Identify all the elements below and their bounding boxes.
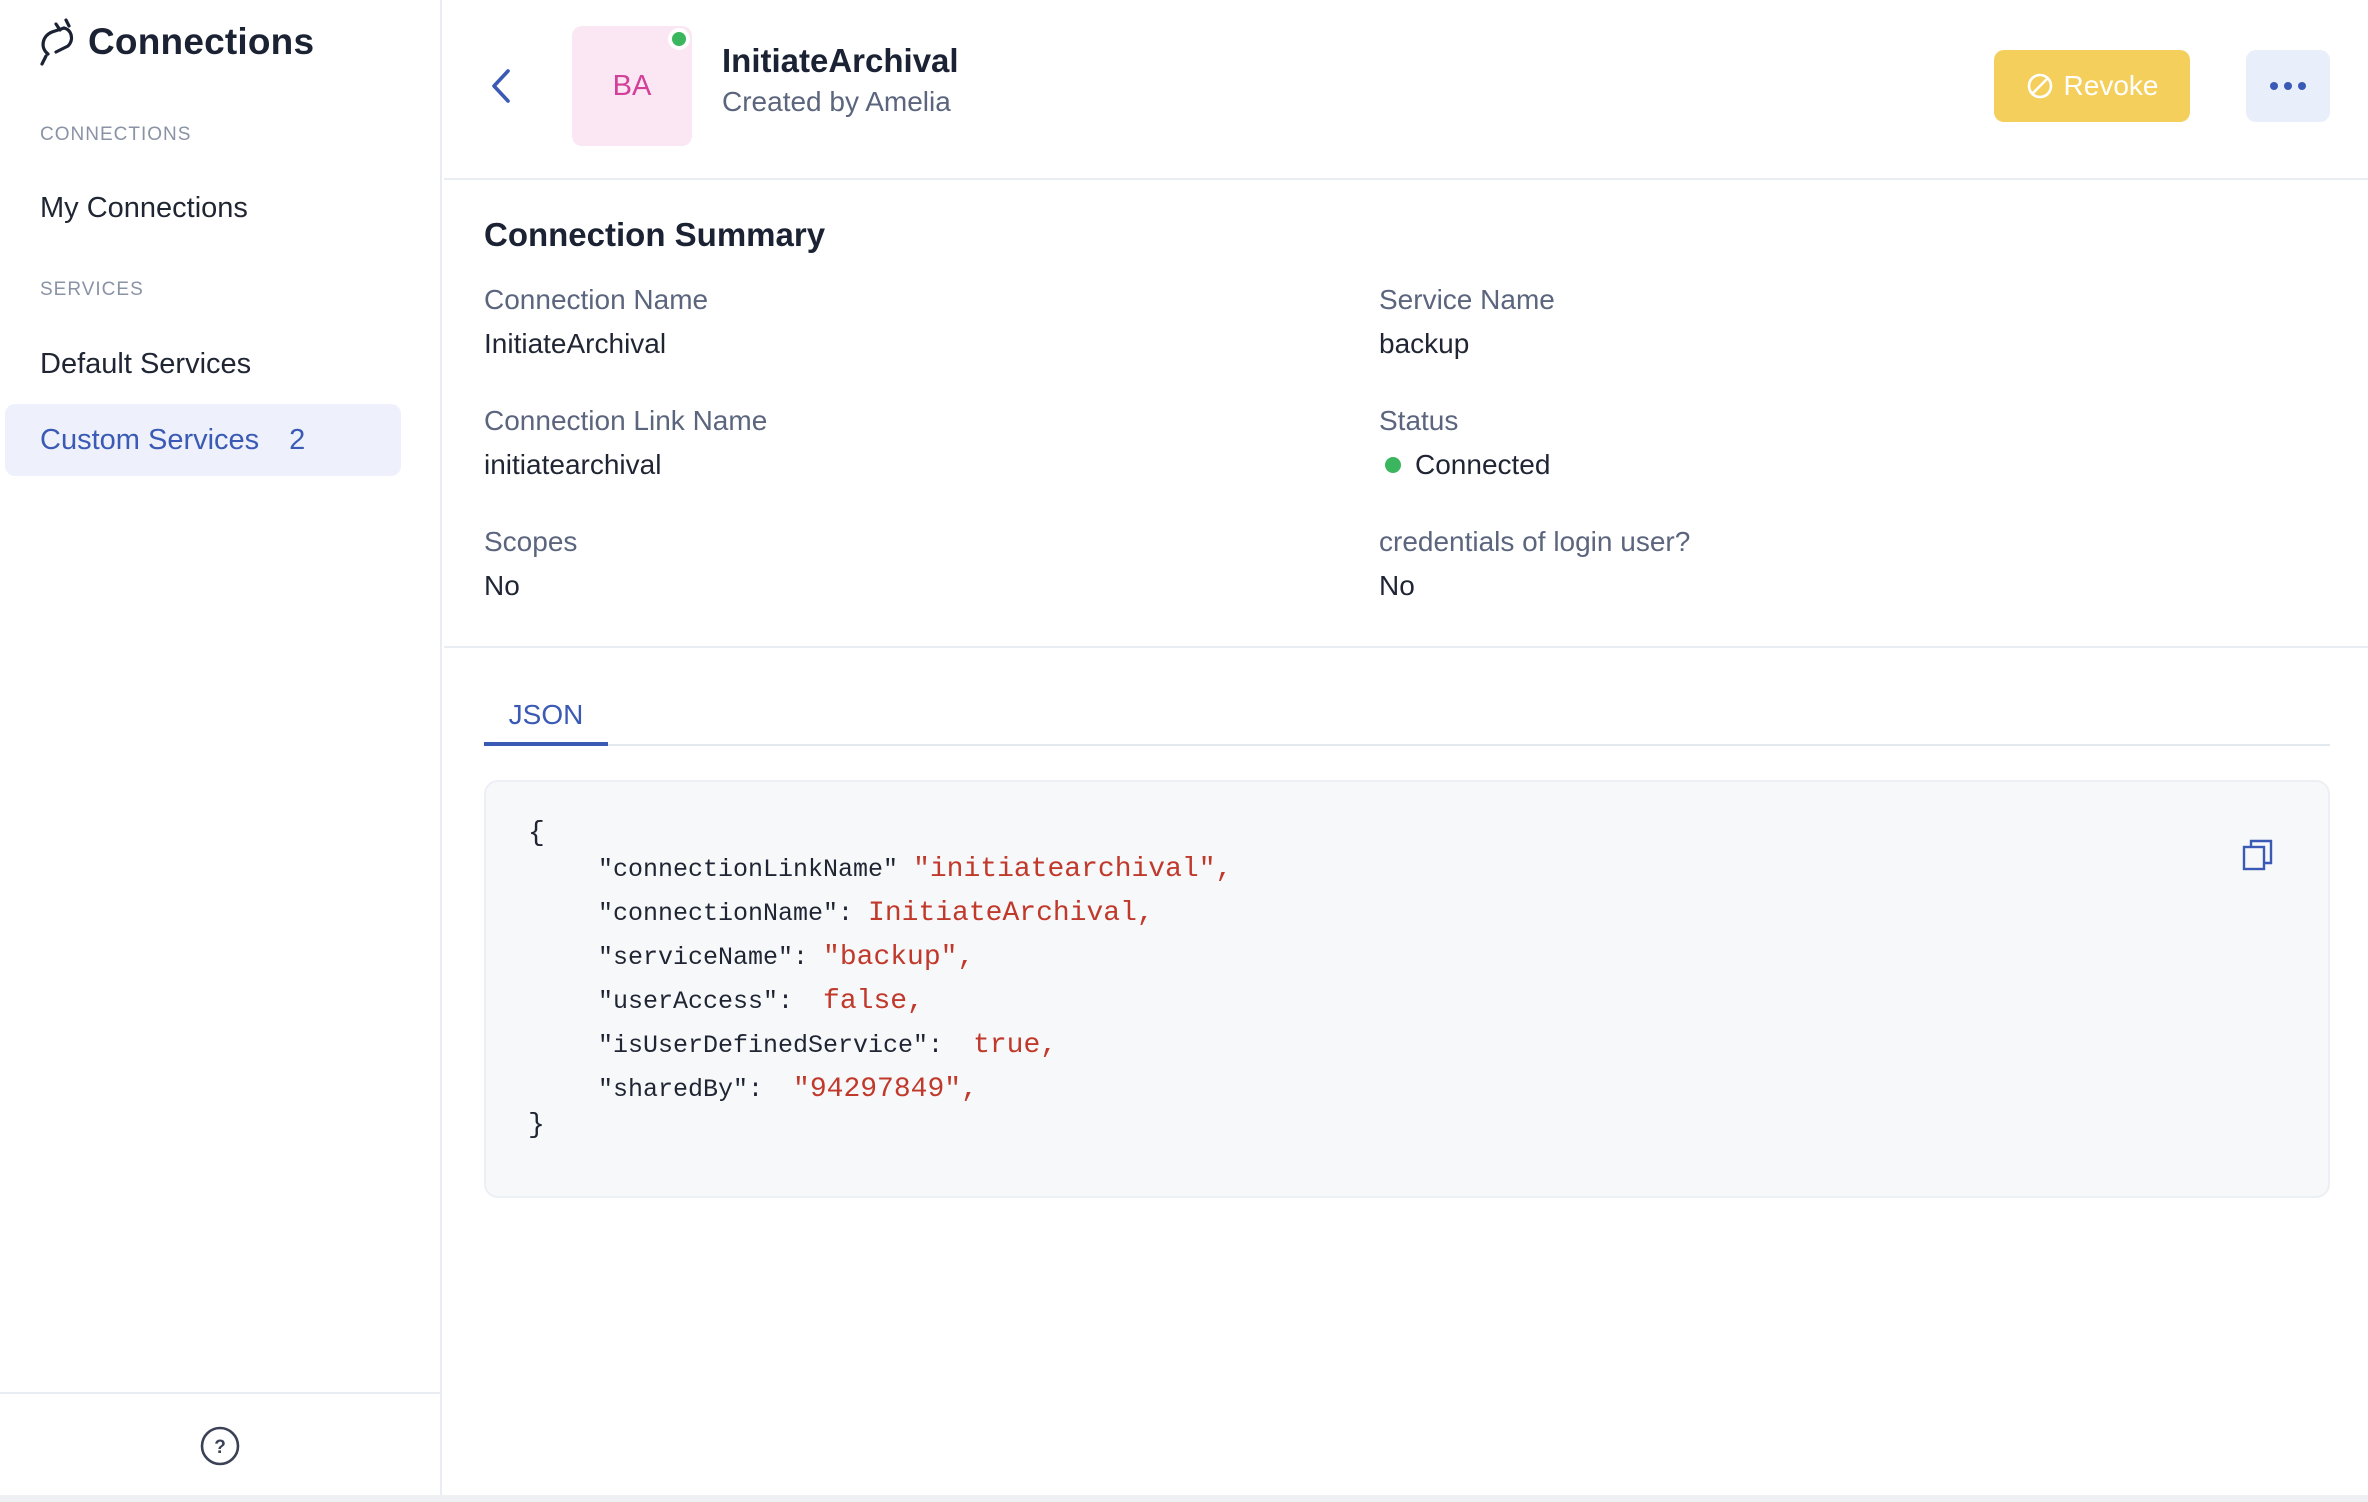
login-credentials-label: credentials of login user? (1379, 526, 1691, 557)
more-icon (2270, 82, 2306, 90)
avatar-initials: BA (612, 69, 652, 102)
app-root: Connections CONNECTIONS My Connections S… (0, 0, 2368, 1502)
json-line: "userAccess": false, (598, 986, 924, 1017)
window-bottom-edge (0, 1495, 2368, 1502)
json-close-brace: } (528, 1110, 545, 1141)
copy-icon[interactable] (2242, 838, 2274, 872)
avatar: BA (572, 26, 692, 146)
json-open-brace: { (528, 818, 545, 849)
section-divider (444, 646, 2368, 648)
sidebar: Connections CONNECTIONS My Connections S… (0, 0, 442, 1497)
tab-bar: JSON (484, 690, 2330, 746)
section-label-connections: CONNECTIONS (40, 124, 192, 145)
login-credentials-value: No (1379, 570, 1415, 601)
json-line: "isUserDefinedService": true, (598, 1030, 1058, 1061)
connection-name-label: Connection Name (484, 284, 709, 315)
summary-title: Connection Summary (484, 216, 826, 253)
detail-header: BA InitiateArchival Created by Amelia Re… (444, 0, 2368, 180)
tab-json[interactable]: JSON (484, 690, 608, 746)
sidebar-item-my-connections[interactable]: My Connections (5, 172, 401, 244)
more-options-button[interactable] (2246, 50, 2330, 122)
back-chevron-icon (492, 69, 510, 103)
back-button[interactable] (486, 64, 516, 108)
connection-name-value: InitiateArchival (484, 328, 667, 359)
sidebar-title: Connections (88, 21, 315, 62)
sidebar-footer: ? (0, 1392, 440, 1497)
json-line: "sharedBy": "94297849", (598, 1074, 978, 1105)
online-status-dot (668, 28, 690, 50)
json-line: "connectionName": InitiateArchival, (598, 898, 1154, 929)
json-viewer: { "connectionLinkName" "initiatearchival… (484, 780, 2330, 1198)
status-label: Status (1379, 405, 1459, 436)
service-name-label: Service Name (1379, 284, 1555, 315)
plug-icon (40, 18, 74, 66)
help-icon[interactable]: ? (200, 1426, 240, 1466)
connection-link-name-label: Connection Link Name (484, 405, 768, 436)
scopes-label: Scopes (484, 526, 578, 557)
help-glyph: ? (214, 1437, 226, 1458)
sidebar-item-label: Custom Services (40, 423, 260, 456)
section-label-services: SERVICES (40, 279, 144, 300)
custom-services-count: 2 (289, 423, 306, 456)
revoke-label: Revoke (2063, 70, 2159, 101)
revoke-icon (2027, 73, 2052, 99)
json-line: "serviceName": "backup", (598, 942, 975, 973)
json-line: "connectionLinkName" "initiatearchival", (598, 854, 1233, 885)
service-name-value: backup (1379, 328, 1470, 359)
sidebar-item-label: Default Services (40, 347, 252, 380)
scopes-value: No (484, 570, 520, 601)
sidebar-item-label: My Connections (40, 191, 248, 224)
connection-link-name-value: initiatearchival (484, 449, 662, 480)
sidebar-item-default-services[interactable]: Default Services (5, 328, 401, 400)
brand: Connections (38, 14, 314, 70)
status-badge: Connected (1379, 449, 1550, 481)
sidebar-item-custom-services[interactable]: Custom Services 2 (5, 404, 401, 476)
main-panel: BA InitiateArchival Created by Amelia Re… (444, 0, 2368, 1497)
revoke-button[interactable]: Revoke (1994, 50, 2190, 122)
page-subtitle: Created by Amelia (722, 86, 951, 117)
status-dot (1385, 457, 1401, 473)
page-title: InitiateArchival (722, 42, 959, 79)
status-value: Connected (1415, 449, 1551, 480)
